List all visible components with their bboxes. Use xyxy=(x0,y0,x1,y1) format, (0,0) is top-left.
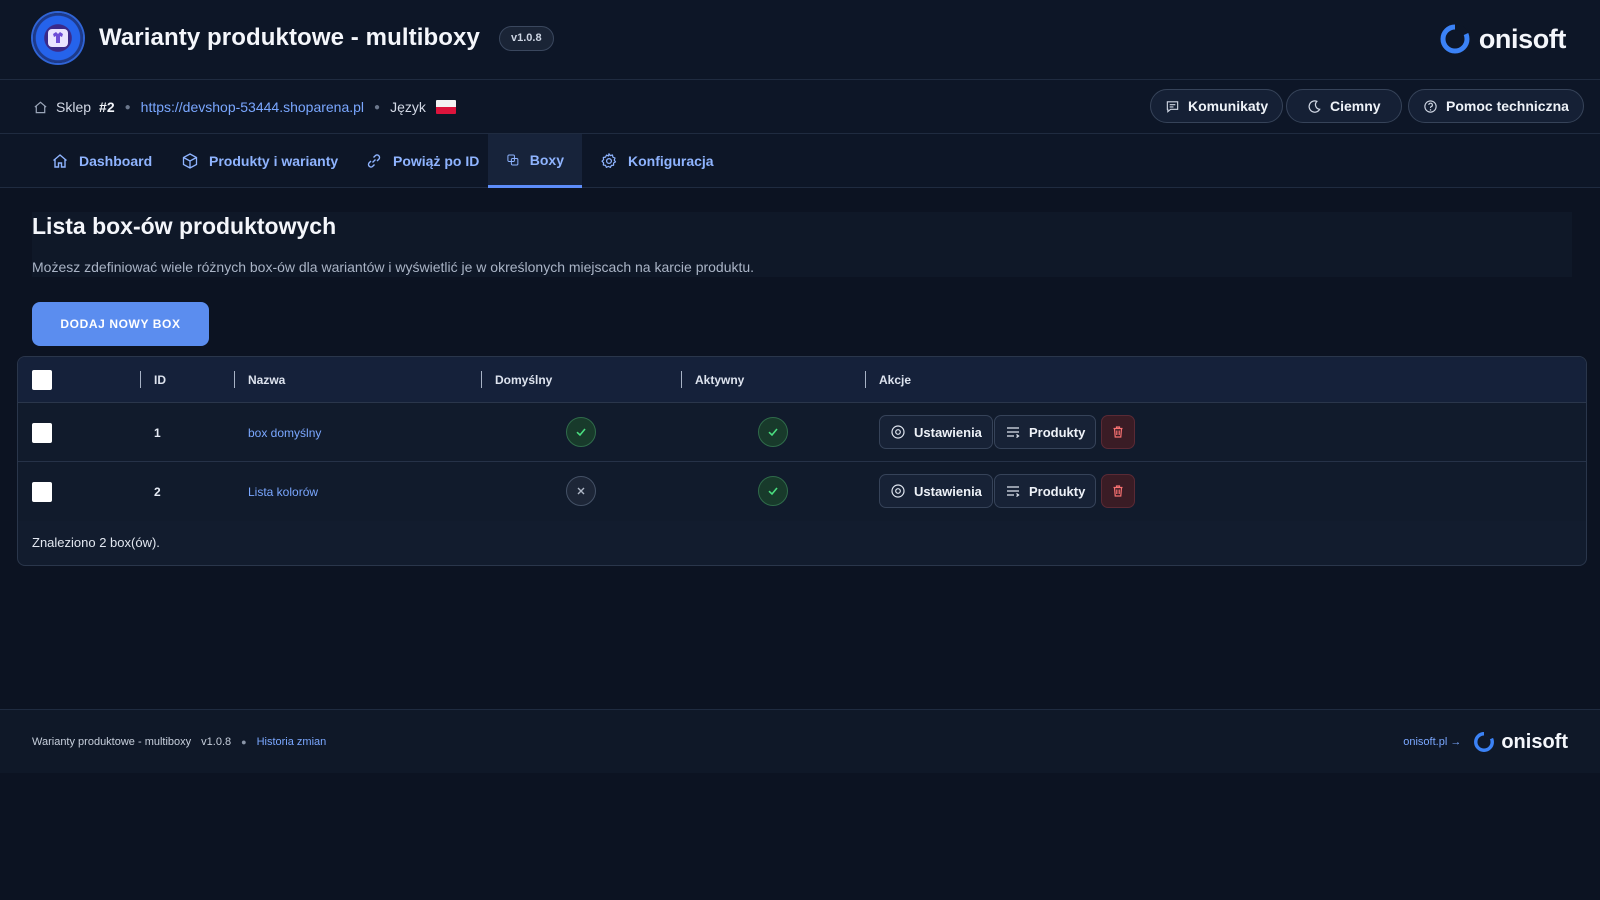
tab-link-by-id[interactable]: Powiąż po ID xyxy=(347,134,497,188)
row-checkbox[interactable] xyxy=(32,423,52,443)
tab-dashboard-label: Dashboard xyxy=(79,153,153,169)
box-icon xyxy=(182,153,198,169)
column-separator xyxy=(140,371,141,388)
help-icon xyxy=(1424,99,1437,113)
main-nav: Dashboard Produkty i warianty Powiąż po … xyxy=(0,134,1600,188)
shop-bar: Sklep #2 ● https://devshop-53444.shopare… xyxy=(0,80,1600,134)
active-check-icon xyxy=(758,476,788,506)
shop-url-link[interactable]: https://devshop-53444.shoparena.pl xyxy=(141,99,364,115)
message-icon xyxy=(1166,100,1179,113)
shop-number: #2 xyxy=(99,99,115,115)
default-cross-icon xyxy=(566,476,596,506)
table-header: ID Nazwa Domyślny Aktywny Akcje xyxy=(18,357,1586,403)
changelog-link[interactable]: Historia zmian xyxy=(257,736,327,748)
page-title: Lista box-ów produktowych xyxy=(32,213,337,239)
moon-icon xyxy=(1308,99,1321,113)
settings-icon xyxy=(891,425,905,439)
settings-button-label: Ustawienia xyxy=(914,424,982,440)
onisoft-site-link[interactable]: onisoft.pl → xyxy=(1403,736,1461,748)
delete-button[interactable] xyxy=(1101,415,1135,449)
row-id: 1 xyxy=(154,426,161,440)
column-separator xyxy=(681,371,682,388)
home-icon xyxy=(53,154,67,168)
table-row: 1 box domyślny Ustawienia Produkty xyxy=(18,403,1586,462)
version-badge: v1.0.8 xyxy=(499,26,554,51)
column-header-name[interactable]: Nazwa xyxy=(248,357,285,403)
column-separator xyxy=(481,371,482,388)
onisoft-ring-icon xyxy=(1440,23,1470,54)
app-header: Warianty produktowe - multiboxy v1.0.8 o… xyxy=(0,0,1600,80)
add-new-box-button[interactable]: DODAJ NOWY BOX xyxy=(32,302,209,346)
support-button-label: Pomoc techniczna xyxy=(1446,98,1569,114)
products-button-label: Produkty xyxy=(1029,424,1086,440)
tab-boxes[interactable]: Boxy xyxy=(488,134,582,188)
tab-products-label: Produkty i warianty xyxy=(209,153,339,169)
tab-configuration[interactable]: Konfiguracja xyxy=(582,134,732,188)
app-title: Warianty produktowe - multiboxy xyxy=(99,24,480,51)
column-header-actions: Akcje xyxy=(879,373,912,387)
footer-brand-area: onisoft.pl → onisoft xyxy=(1403,710,1568,774)
list-icon xyxy=(1007,486,1020,498)
link-icon xyxy=(367,154,381,168)
copy-icon xyxy=(507,154,519,165)
active-check-icon xyxy=(758,417,788,447)
app-logo-icon xyxy=(33,13,83,63)
brand-logo[interactable]: onisoft xyxy=(1439,22,1566,56)
tab-link-label: Powiąż po ID xyxy=(393,153,480,169)
delete-button[interactable] xyxy=(1101,474,1135,508)
settings-button[interactable]: Ustawienia xyxy=(879,474,993,508)
page-description: Możesz zdefiniować wiele różnych box-ów … xyxy=(32,259,755,275)
messages-button-label: Komunikaty xyxy=(1188,98,1269,114)
tab-dashboard[interactable]: Dashboard xyxy=(33,134,170,188)
footer-info: Warianty produktowe - multiboxy v1.0.8 ●… xyxy=(32,710,326,774)
polish-flag-icon[interactable] xyxy=(435,100,456,114)
shop-info: Sklep #2 ● https://devshop-53444.shopare… xyxy=(33,80,456,134)
theme-toggle-button[interactable]: Ciemny xyxy=(1286,89,1402,123)
column-header-active[interactable]: Aktywny xyxy=(695,357,744,403)
tab-boxes-label: Boxy xyxy=(529,151,564,168)
products-button[interactable]: Produkty xyxy=(994,415,1097,449)
trash-icon xyxy=(1113,426,1123,438)
row-checkbox[interactable] xyxy=(32,482,52,502)
column-separator xyxy=(234,371,235,388)
row-id: 2 xyxy=(154,485,161,499)
tab-products-variants[interactable]: Produkty i warianty xyxy=(163,134,356,188)
tab-configuration-label: Konfiguracja xyxy=(628,153,714,169)
onisoft-ring-icon xyxy=(1474,731,1495,752)
separator-dot: ● xyxy=(241,737,247,747)
settings-button-label: Ustawienia xyxy=(914,483,982,499)
row-name-link[interactable]: Lista kolorów xyxy=(248,485,318,499)
page-footer: Warianty produktowe - multiboxy v1.0.8 ●… xyxy=(0,709,1600,773)
boxes-table: ID Nazwa Domyślny Aktywny Akcje 1 box do… xyxy=(17,356,1587,566)
settings-icon xyxy=(891,484,905,498)
default-check-icon xyxy=(566,417,596,447)
trash-icon xyxy=(1113,485,1123,497)
table-summary: Znaleziono 2 box(ów). xyxy=(32,535,160,550)
products-button[interactable]: Produkty xyxy=(994,474,1097,508)
select-all-checkbox[interactable] xyxy=(32,370,52,390)
language-label: Język xyxy=(390,99,426,115)
row-name-link[interactable]: box domyślny xyxy=(248,426,321,440)
settings-button[interactable]: Ustawienia xyxy=(879,415,993,449)
messages-button[interactable]: Komunikaty xyxy=(1150,89,1284,123)
products-button-label: Produkty xyxy=(1029,483,1086,499)
separator-dot: ● xyxy=(124,101,131,113)
support-button[interactable]: Pomoc techniczna xyxy=(1408,89,1584,123)
shop-label: Sklep xyxy=(56,99,92,115)
column-separator xyxy=(865,371,866,388)
table-row: 2 Lista kolorów Ustawienia Produkty xyxy=(18,462,1586,521)
gear-icon xyxy=(601,153,617,168)
list-icon xyxy=(1007,427,1020,439)
separator-dot: ● xyxy=(374,101,381,113)
brand-name: onisoft xyxy=(1478,23,1567,54)
footer-brand-name: onisoft xyxy=(1501,730,1568,753)
footer-app-name: Warianty produktowe - multiboxy xyxy=(32,736,192,748)
column-header-id[interactable]: ID xyxy=(154,357,166,403)
footer-version: v1.0.8 xyxy=(201,736,232,748)
column-header-default[interactable]: Domyślny xyxy=(495,357,552,403)
theme-button-label: Ciemny xyxy=(1330,98,1381,114)
home-icon xyxy=(34,101,47,113)
footer-brand-logo[interactable]: onisoft xyxy=(1473,731,1568,754)
